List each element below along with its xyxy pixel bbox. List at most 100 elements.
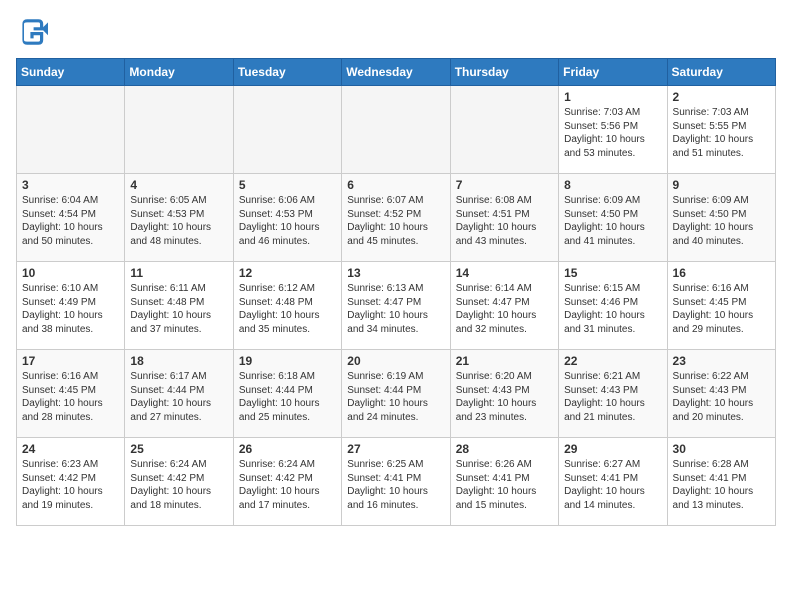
calendar-cell: 2 Sunrise: 7:03 AM Sunset: 5:55 PM Daylig… — [667, 86, 775, 174]
day-info: Sunrise: 6:28 AM Sunset: 4:41 PM Dayligh… — [673, 458, 770, 512]
weekday-header-tuesday: Tuesday — [233, 59, 341, 86]
calendar-cell: 4 Sunrise: 6:05 AM Sunset: 4:53 PM Daylig… — [125, 174, 233, 262]
calendar-cell: 23 Sunrise: 6:22 AM Sunset: 4:43 PM Dayli… — [667, 350, 775, 438]
calendar-cell: 11 Sunrise: 6:11 AM Sunset: 4:48 PM Dayli… — [125, 262, 233, 350]
calendar-cell: 15 Sunrise: 6:15 AM Sunset: 4:46 PM Dayli… — [559, 262, 667, 350]
day-number: 14 — [456, 266, 553, 280]
day-info: Sunrise: 6:26 AM Sunset: 4:41 PM Dayligh… — [456, 458, 553, 512]
calendar-cell: 30 Sunrise: 6:28 AM Sunset: 4:41 PM Dayli… — [667, 438, 775, 526]
day-info: Sunrise: 6:16 AM Sunset: 4:45 PM Dayligh… — [673, 282, 770, 336]
weekday-header-friday: Friday — [559, 59, 667, 86]
day-number: 8 — [564, 178, 661, 192]
calendar-week-3: 10 Sunrise: 6:10 AM Sunset: 4:49 PM Dayli… — [17, 262, 776, 350]
day-info: Sunrise: 6:09 AM Sunset: 4:50 PM Dayligh… — [564, 194, 661, 248]
calendar-cell — [17, 86, 125, 174]
day-number: 25 — [130, 442, 227, 456]
calendar-cell — [450, 86, 558, 174]
day-number: 2 — [673, 90, 770, 104]
day-info: Sunrise: 6:22 AM Sunset: 4:43 PM Dayligh… — [673, 370, 770, 424]
day-number: 23 — [673, 354, 770, 368]
day-info: Sunrise: 6:24 AM Sunset: 4:42 PM Dayligh… — [239, 458, 336, 512]
calendar-cell: 22 Sunrise: 6:21 AM Sunset: 4:43 PM Dayli… — [559, 350, 667, 438]
day-number: 30 — [673, 442, 770, 456]
day-info: Sunrise: 6:19 AM Sunset: 4:44 PM Dayligh… — [347, 370, 444, 424]
day-number: 1 — [564, 90, 661, 104]
logo-icon — [16, 16, 48, 48]
day-info: Sunrise: 6:15 AM Sunset: 4:46 PM Dayligh… — [564, 282, 661, 336]
day-number: 19 — [239, 354, 336, 368]
calendar-week-2: 3Sunrise: 6:04 AM Sunset: 4:54 PM Daylig… — [17, 174, 776, 262]
day-info: Sunrise: 6:08 AM Sunset: 4:51 PM Dayligh… — [456, 194, 553, 248]
weekday-header-wednesday: Wednesday — [342, 59, 450, 86]
calendar-cell: 5 Sunrise: 6:06 AM Sunset: 4:53 PM Daylig… — [233, 174, 341, 262]
day-info: Sunrise: 6:11 AM Sunset: 4:48 PM Dayligh… — [130, 282, 227, 336]
calendar-cell: 8 Sunrise: 6:09 AM Sunset: 4:50 PM Daylig… — [559, 174, 667, 262]
calendar-cell: 29 Sunrise: 6:27 AM Sunset: 4:41 PM Dayli… — [559, 438, 667, 526]
calendar-cell: 7Sunrise: 6:08 AM Sunset: 4:51 PM Daylig… — [450, 174, 558, 262]
day-number: 15 — [564, 266, 661, 280]
calendar-table: SundayMondayTuesdayWednesdayThursdayFrid… — [16, 58, 776, 526]
calendar-week-5: 24Sunrise: 6:23 AM Sunset: 4:42 PM Dayli… — [17, 438, 776, 526]
day-info: Sunrise: 6:23 AM Sunset: 4:42 PM Dayligh… — [22, 458, 119, 512]
day-info: Sunrise: 6:27 AM Sunset: 4:41 PM Dayligh… — [564, 458, 661, 512]
day-number: 21 — [456, 354, 553, 368]
day-number: 6 — [347, 178, 444, 192]
calendar-cell: 28 Sunrise: 6:26 AM Sunset: 4:41 PM Dayli… — [450, 438, 558, 526]
day-info: Sunrise: 6:24 AM Sunset: 4:42 PM Dayligh… — [130, 458, 227, 512]
calendar-cell: 26 Sunrise: 6:24 AM Sunset: 4:42 PM Dayli… — [233, 438, 341, 526]
day-info: Sunrise: 6:14 AM Sunset: 4:47 PM Dayligh… — [456, 282, 553, 336]
day-info: Sunrise: 6:06 AM Sunset: 4:53 PM Dayligh… — [239, 194, 336, 248]
day-info: Sunrise: 6:25 AM Sunset: 4:41 PM Dayligh… — [347, 458, 444, 512]
calendar-cell: 19 Sunrise: 6:18 AM Sunset: 4:44 PM Dayli… — [233, 350, 341, 438]
day-info: Sunrise: 6:07 AM Sunset: 4:52 PM Dayligh… — [347, 194, 444, 248]
weekday-header-thursday: Thursday — [450, 59, 558, 86]
day-info: Sunrise: 6:05 AM Sunset: 4:53 PM Dayligh… — [130, 194, 227, 248]
calendar-cell: 6 Sunrise: 6:07 AM Sunset: 4:52 PM Daylig… — [342, 174, 450, 262]
calendar-cell: 12Sunrise: 6:12 AM Sunset: 4:48 PM Dayli… — [233, 262, 341, 350]
day-number: 9 — [673, 178, 770, 192]
calendar-cell: 16Sunrise: 6:16 AM Sunset: 4:45 PM Dayli… — [667, 262, 775, 350]
calendar-cell: 1 Sunrise: 7:03 AM Sunset: 5:56 PM Daylig… — [559, 86, 667, 174]
day-number: 4 — [130, 178, 227, 192]
day-number: 18 — [130, 354, 227, 368]
day-number: 3 — [22, 178, 119, 192]
day-number: 20 — [347, 354, 444, 368]
calendar-cell: 21 Sunrise: 6:20 AM Sunset: 4:43 PM Dayli… — [450, 350, 558, 438]
day-info: Sunrise: 6:20 AM Sunset: 4:43 PM Dayligh… — [456, 370, 553, 424]
day-info: Sunrise: 6:21 AM Sunset: 4:43 PM Dayligh… — [564, 370, 661, 424]
day-info: Sunrise: 6:10 AM Sunset: 4:49 PM Dayligh… — [22, 282, 119, 336]
calendar-cell: 20 Sunrise: 6:19 AM Sunset: 4:44 PM Dayli… — [342, 350, 450, 438]
weekday-header-sunday: Sunday — [17, 59, 125, 86]
day-number: 13 — [347, 266, 444, 280]
calendar-cell — [233, 86, 341, 174]
day-number: 5 — [239, 178, 336, 192]
calendar-cell: 13 Sunrise: 6:13 AM Sunset: 4:47 PM Dayli… — [342, 262, 450, 350]
day-number: 11 — [130, 266, 227, 280]
logo — [16, 16, 52, 48]
calendar-cell: 18 Sunrise: 6:17 AM Sunset: 4:44 PM Dayli… — [125, 350, 233, 438]
calendar-cell: 10 Sunrise: 6:10 AM Sunset: 4:49 PM Dayli… — [17, 262, 125, 350]
day-number: 22 — [564, 354, 661, 368]
day-number: 29 — [564, 442, 661, 456]
day-info: Sunrise: 7:03 AM Sunset: 5:55 PM Dayligh… — [673, 106, 770, 160]
calendar-cell — [342, 86, 450, 174]
day-number: 12 — [239, 266, 336, 280]
day-info: Sunrise: 6:17 AM Sunset: 4:44 PM Dayligh… — [130, 370, 227, 424]
day-info: Sunrise: 6:13 AM Sunset: 4:47 PM Dayligh… — [347, 282, 444, 336]
day-number: 26 — [239, 442, 336, 456]
calendar-week-4: 17Sunrise: 6:16 AM Sunset: 4:45 PM Dayli… — [17, 350, 776, 438]
calendar-cell: 24Sunrise: 6:23 AM Sunset: 4:42 PM Dayli… — [17, 438, 125, 526]
day-info: Sunrise: 6:18 AM Sunset: 4:44 PM Dayligh… — [239, 370, 336, 424]
calendar-week-1: 1 Sunrise: 7:03 AM Sunset: 5:56 PM Daylig… — [17, 86, 776, 174]
weekday-header-saturday: Saturday — [667, 59, 775, 86]
day-info: Sunrise: 7:03 AM Sunset: 5:56 PM Dayligh… — [564, 106, 661, 160]
day-number: 28 — [456, 442, 553, 456]
weekday-header-monday: Monday — [125, 59, 233, 86]
day-info: Sunrise: 6:09 AM Sunset: 4:50 PM Dayligh… — [673, 194, 770, 248]
calendar-cell — [125, 86, 233, 174]
calendar-cell: 3Sunrise: 6:04 AM Sunset: 4:54 PM Daylig… — [17, 174, 125, 262]
calendar-cell: 25 Sunrise: 6:24 AM Sunset: 4:42 PM Dayli… — [125, 438, 233, 526]
calendar-cell: 17Sunrise: 6:16 AM Sunset: 4:45 PM Dayli… — [17, 350, 125, 438]
day-number: 10 — [22, 266, 119, 280]
calendar-cell: 14 Sunrise: 6:14 AM Sunset: 4:47 PM Dayli… — [450, 262, 558, 350]
